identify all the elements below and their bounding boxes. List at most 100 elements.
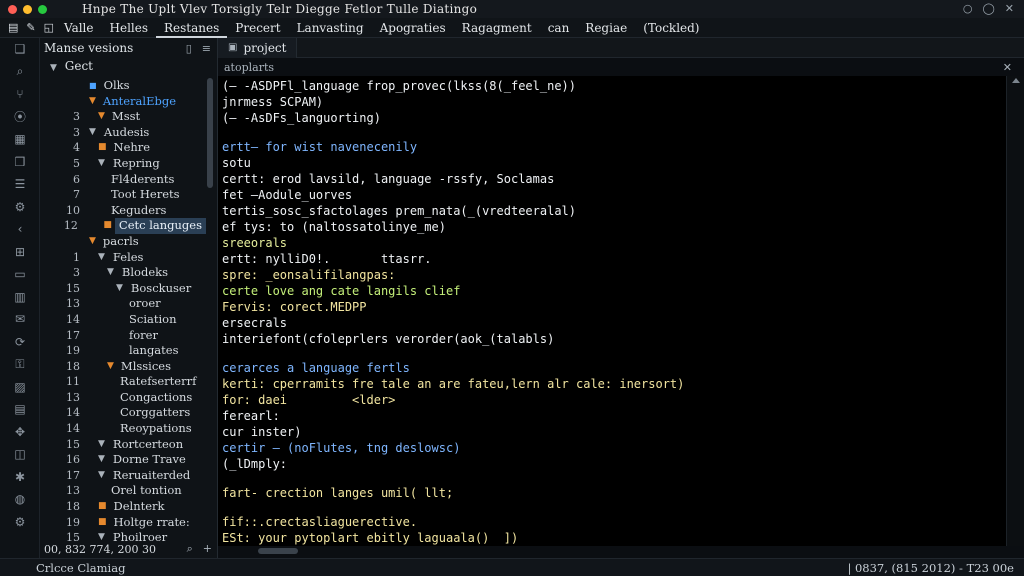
tree-item[interactable]: 19 ■ Holtge rrate: [40,515,206,531]
puzzle-icon[interactable]: ✥ [0,421,40,444]
extensions-icon[interactable]: ▦ [0,128,40,151]
tree-item[interactable]: 15 ▼ Rortcerteon [40,437,206,453]
grid-icon[interactable]: ⊞ [0,241,40,264]
tree-item[interactable]: 19 langates [40,343,206,359]
menu-item-tockled[interactable]: (Tockled) [635,18,707,38]
tree-item[interactable]: 13 Orel tontion [40,483,206,499]
sidebar-title: Manse vesions [44,41,134,55]
tree-item[interactable]: 12 ■ Cetc languges [40,218,206,234]
close-icon[interactable]: ✕ [1003,61,1012,74]
status-right[interactable]: | 0837, (815 2012) - T23 00e [847,561,1014,575]
settings-icon[interactable]: ⚙ [0,196,40,219]
tree-item[interactable]: 17 forer [40,328,206,344]
globe-icon[interactable]: ◍ [0,488,40,511]
lock-icon[interactable]: ⚿ [0,353,40,376]
menu-item-ragagment[interactable]: Ragagment [454,18,540,38]
chart-icon[interactable]: ▤ [0,398,40,421]
tree-item[interactable]: 13 Congactions [40,390,206,406]
close-icon[interactable]: ✕ [1005,2,1014,15]
tree-item[interactable]: 13 oroer [40,296,206,312]
file-icon[interactable]: ▤ [8,21,18,34]
chat-icon[interactable]: ✉ [0,308,40,331]
restore-icon[interactable]: ○ [963,2,973,15]
tree-item[interactable]: ▼ pacrls [40,234,206,250]
menu-item-apograties[interactable]: Apograties [372,18,454,38]
tree-item[interactable]: 17 ▼ Reruaiterded [40,468,206,484]
tree-item-number: 3 [73,110,80,124]
tree-item-label: Keguders [111,202,167,217]
files-icon[interactable]: ❑ [0,38,40,61]
menu-item-valle[interactable]: Valle [56,18,102,38]
bug-icon[interactable]: ✱ [0,466,40,489]
debug-icon[interactable]: ⦿ [0,106,40,129]
menu-item-restanes[interactable]: Restanes [156,18,228,38]
breadcrumb-path[interactable]: atoplarts [224,61,274,74]
editor-horizontal-scrollbar[interactable] [258,548,298,554]
tree-item[interactable]: 1 ▼ Feles [40,250,206,266]
tree-item[interactable]: 18 ■ Delnterk [40,499,206,515]
tree-item[interactable]: ■ Olks [40,78,206,94]
menu-item-lanvasting[interactable]: Lanvasting [289,18,372,38]
editor-vertical-scrollbar[interactable] [1006,76,1024,546]
tab-project[interactable]: ▣ project [218,37,298,58]
sidebar-scrollbar[interactable] [207,78,213,188]
tree-item[interactable]: 14 Reoypations [40,421,206,437]
tree-item[interactable]: 6 Fl4derents [40,172,206,188]
tree-item[interactable]: 3 ▼ Blodeks [40,265,206,281]
menu-item-helles[interactable]: Helles [102,18,157,38]
tree-item[interactable]: 18 ▼ Mlssices [40,359,206,375]
tree-item-label: Feles [112,249,144,264]
minimize-window-button[interactable] [23,4,32,14]
menu-item-regiae[interactable]: Regiae [577,18,635,38]
refresh-icon[interactable]: ⟳ [0,331,40,354]
search-icon[interactable]: ⌕ [187,542,193,556]
tree-item[interactable]: 7 Toot Herets [40,187,206,203]
sidebar-header: Manse vesions ▯ ≡ [40,38,217,58]
sidebar-footer-text: 00, 832 774, 200 30 [44,542,156,556]
book-icon[interactable]: ❒ [0,151,40,174]
window-icon[interactable]: ◫ [0,443,40,466]
status-left[interactable]: Crlcce Clamiag [36,561,125,575]
tree-item[interactable]: 16 ▼ Dorne Trave [40,452,206,468]
code-editor[interactable]: (— -ASDPFl_language frop_provec(lkss(8(_… [218,76,1006,546]
folder-icon[interactable]: ▯ [186,42,192,55]
list-icon[interactable]: ☰ [0,173,40,196]
tree-item[interactable]: 11 Ratefserterrf [40,374,206,390]
maximize-window-button[interactable] [38,4,47,14]
tree-item[interactable]: 10 Keguders [40,203,206,219]
source-control-icon[interactable]: ⑂ [0,83,40,106]
chevron-left-icon[interactable]: ‹ [0,218,40,241]
gear-icon[interactable]: ⚙ [0,511,40,534]
terminal-icon[interactable]: ▭ [0,263,40,286]
close-window-button[interactable] [8,4,17,14]
tree-item-label: Mlssices [120,358,172,373]
plus-icon[interactable]: + [203,542,212,556]
chevron-down-icon: ▼ [89,126,96,137]
tree-item[interactable]: 5 ▼ Repring [40,156,206,172]
tree-item[interactable]: 14 Corggatters [40,405,206,421]
edit-icon[interactable]: ✎ [26,21,35,34]
tree-item[interactable]: 3 ▼ Audesis [40,125,206,141]
layout-icon[interactable]: ▥ [0,286,40,309]
tree-item[interactable]: 14 Sciation [40,312,206,328]
tree-item[interactable]: 15 ▼ Bosckuser [40,281,206,297]
tree-item-label: Audesis [103,124,150,139]
tree-item-number: 5 [73,156,80,170]
search-icon[interactable]: ⌕ [0,61,40,84]
tree-item[interactable]: 3 ▼ Msst [40,109,206,125]
view-icon[interactable]: ◱ [44,21,54,34]
maximize-icon[interactable]: ◯ [982,2,994,15]
collapse-icon[interactable]: ≡ [202,42,211,55]
scroll-up-icon[interactable] [1011,78,1020,83]
tree-item-number: 7 [73,188,80,202]
tree-item[interactable]: 4 ■ Nehre [40,140,206,156]
tree-item-label: Reoypations [120,421,192,436]
image-icon[interactable]: ▨ [0,376,40,399]
sidebar-root[interactable]: ▼ Gect [40,58,217,75]
tree-item-label: Delnterk [113,499,165,514]
chevron-down-icon: ▼ [107,360,114,371]
tree-item[interactable]: ▼ AnteralEbge [40,94,206,110]
menu-item-can[interactable]: can [540,18,578,38]
menu-item-precert[interactable]: Precert [227,18,288,38]
